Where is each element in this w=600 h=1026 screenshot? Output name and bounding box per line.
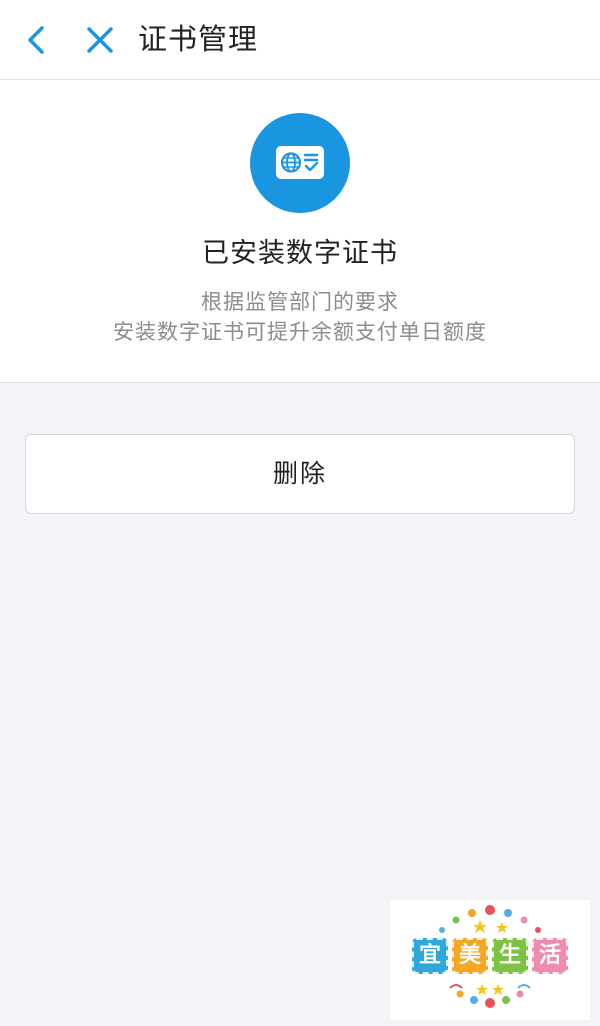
watermark-char-3: 生: [492, 938, 528, 974]
navbar: 证书管理: [0, 0, 600, 80]
description-line-1: 根据监管部门的要求: [201, 290, 399, 314]
status-description: 根据监管部门的要求 安装数字证书可提升余额支付单日额度: [0, 287, 600, 347]
watermark-char-4: 活: [532, 938, 568, 974]
watermark-logo: 宜 美 生 活: [390, 900, 590, 1020]
status-title: 已安装数字证书: [202, 238, 398, 269]
watermark-char-1: 宜: [412, 938, 448, 974]
description-line-2: 安装数字证书可提升余额支付单日额度: [113, 320, 487, 344]
certificate-globe-check-icon: [250, 113, 350, 213]
chevron-left-icon[interactable]: [20, 22, 56, 58]
page-title: 证书管理: [138, 22, 259, 56]
delete-button[interactable]: 删除: [25, 434, 575, 514]
close-icon[interactable]: [82, 22, 118, 58]
certificate-status-panel: 已安装数字证书 根据监管部门的要求 安装数字证书可提升余额支付单日额度: [0, 80, 600, 383]
watermark-char-2: 美: [452, 938, 488, 974]
